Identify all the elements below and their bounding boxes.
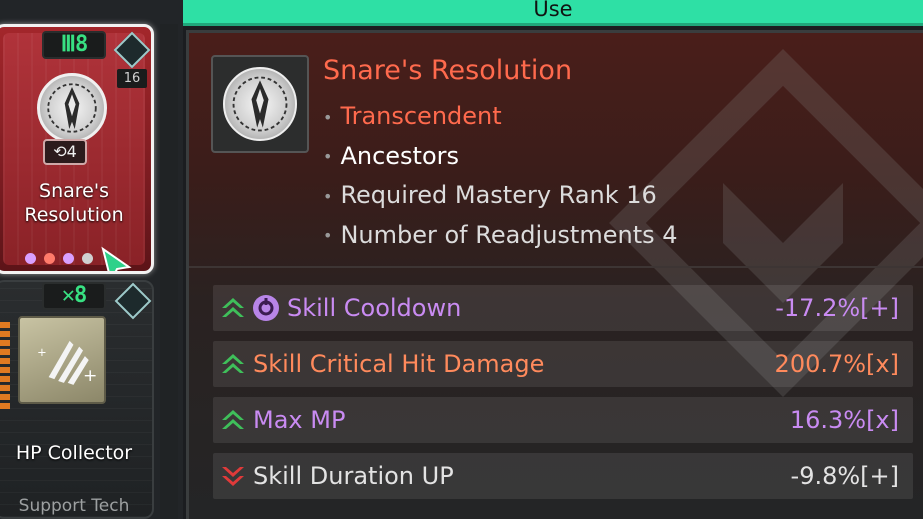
stat-up-arrow-icon [213,408,253,432]
required-mastery-rank: • Required Mastery Rank 16 [323,181,657,209]
stat-up-arrow-icon [213,352,253,376]
cursor-icon [101,246,132,271]
capacity-bars [0,322,10,409]
module-name: HP Collector [15,442,133,464]
module-grade: • Transcendent [323,102,502,130]
stat-value: 200.7%[x] [774,350,899,378]
module-type-gem: 16 [113,31,151,93]
stat-name: Skill Cooldown [253,294,775,322]
refresh-icon: ⟲ [53,142,67,161]
socket-dots [25,253,93,264]
use-button[interactable]: Use [183,0,923,26]
module-name-line1: Snare's [39,180,109,202]
skill-element-icon [253,295,279,321]
module-card-snares-resolution[interactable]: Ⅲ8 16 ⟲4 Snare's Resolution [0,24,154,274]
rank-prefix-icon: ✕ [61,283,75,308]
socket-dot [63,253,74,264]
module-name: Snare's Resolution [0,179,151,227]
rank-prefix-icon: Ⅲ [60,32,76,57]
module-icon [211,55,309,153]
stat-value: 16.3%[x] [789,406,899,434]
module-family: • Ancestors [323,141,459,170]
stat-row: Skill Duration UP -9.8%[+] [213,453,913,499]
socket-dot [82,253,93,264]
stat-up-arrow-icon [213,296,253,320]
stat-name: Skill Critical Hit Damage [253,350,775,378]
module-list: Ⅲ8 16 ⟲4 Snare's Resolution ✕8 + + HP Co… [0,0,183,519]
mastery-rank-badge: ✕8 [42,282,106,310]
stat-name-text: Max MP [253,406,346,434]
module-info-list: • Transcendent • Ancestors • Required Maste… [323,97,678,255]
module-card-hp-collector[interactable]: ✕8 + + HP Collector Support Tech [0,280,154,519]
stat-value: -9.8%[+] [790,462,899,490]
stat-name-text: Skill Critical Hit Damage [253,350,545,378]
module-title: Snare's Resolution [323,55,573,86]
rank-value: 8 [74,32,88,57]
readjustment-counter: ⟲4 [43,139,87,165]
diamond-icon [113,31,151,69]
readjustment-count: • Number of Readjustments 4 [323,220,678,249]
stat-row: Skill Cooldown -17.2%[+] [213,285,913,331]
mastery-rank-badge: Ⅲ8 [42,31,106,59]
module-name-line2: Resolution [24,204,124,226]
stat-name: Skill Duration UP [253,462,791,490]
module-type-gem [114,282,152,344]
svg-text:+: + [37,345,47,359]
stat-name-text: Skill Cooldown [287,294,462,322]
socket-dot [44,253,55,264]
module-detail-panel: Snare's Resolution • Transcendent • Ancest… [186,30,923,519]
stat-row: Skill Critical Hit Damage 200.7%[x] [213,341,913,387]
diamond-icon [114,282,152,320]
module-type: Support Tech [18,496,130,516]
stat-row: Max MP 16.3%[x] [213,397,913,443]
stat-name-text: Skill Duration UP [253,462,454,490]
svg-text:+: + [83,366,97,386]
module-emblem-icon [223,67,297,141]
module-list-scrollbar[interactable] [160,24,178,519]
stat-down-arrow-icon [213,464,253,488]
module-level: 16 [117,69,147,88]
module-emblem-icon [37,73,107,143]
rank-value: 8 [74,283,87,308]
stat-value: -17.2%[+] [775,294,899,322]
readjustment-value: 4 [66,142,77,161]
divider [189,266,923,268]
stat-name: Max MP [253,406,790,434]
claw-icon: + + [18,316,106,404]
socket-dot [25,253,36,264]
